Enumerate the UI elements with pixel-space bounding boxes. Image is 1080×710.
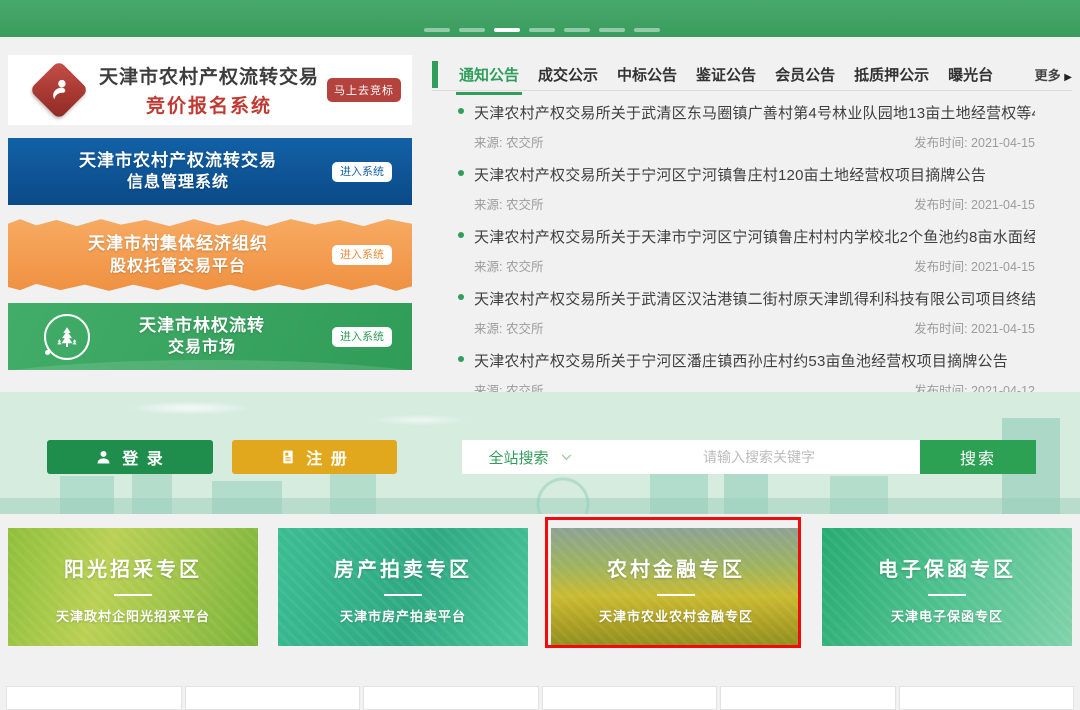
banner-info-management-system[interactable]: 天津市农村产权流转交易 信息管理系统 进入系统: [8, 138, 412, 205]
announcement-link[interactable]: 天津农村产权交易所关于宁河区潘庄镇西孙庄村约53亩鱼池经营权项目摘牌公告: [474, 350, 1035, 371]
list-item: 天津农村产权交易所关于天津市宁河区宁河镇鲁庄村村内学校北2个鱼池约8亩水面经营.…: [458, 226, 1035, 275]
announcement-link[interactable]: 天津农村产权交易所关于武清区东马圈镇广善村第4号林业队园地13亩土地经营权等4个…: [474, 102, 1035, 123]
tab-notice[interactable]: 通知公告: [459, 64, 519, 85]
carousel-dot[interactable]: [599, 28, 625, 32]
zone-subtitle: 天津市房产拍卖平台: [278, 606, 528, 625]
carousel-banner-bar: [0, 0, 1080, 37]
tab-deal-publicity[interactable]: 成交公示: [538, 64, 598, 85]
search-button[interactable]: 搜索: [920, 440, 1036, 474]
banner-line1: 天津市村集体经济组织: [8, 232, 348, 256]
announcement-date: 发布时间: 2021-04-15: [914, 318, 1035, 337]
banner-forest-rights-market[interactable]: 天津市林权流转 交易市场 进入系统: [8, 303, 412, 370]
chevron-down-icon: [561, 454, 572, 461]
arrow-right-icon: ▶: [1064, 72, 1072, 83]
carousel-dot-active[interactable]: [494, 28, 520, 32]
carousel-dot[interactable]: [424, 28, 450, 32]
bidding-system-title: 天津市农村产权流转交易: [99, 62, 319, 89]
zone-subtitle: 天津电子保函专区: [822, 606, 1072, 625]
bullet-dot-icon: [458, 294, 464, 300]
carousel-dot[interactable]: [634, 28, 660, 32]
divider: [114, 594, 152, 596]
carousel-dot[interactable]: [529, 28, 555, 32]
banner-line1: 天津市林权流转: [72, 313, 332, 337]
banner-equity-trusteeship-platform[interactable]: 天津市村集体经济组织 股权托管交易平台 进入系统: [8, 216, 412, 294]
zone-card-rural-finance[interactable]: 农村金融专区 天津市农业农村金融专区: [551, 528, 801, 646]
bottom-section-cell: [363, 686, 539, 710]
zone-subtitle: 天津市农业农村金融专区: [551, 606, 801, 625]
bullet-dot-icon: [458, 356, 464, 362]
announcement-tab-bar: 通知公告 成交公示 中标公告 鉴证公告 会员公告 抵质押公示 曝光台 更多 ▶: [432, 58, 1072, 91]
banner-line2: 交易市场: [72, 337, 332, 359]
list-item: 天津农村产权交易所关于武清区汉沽港镇二街村原天津凯得利科技有限公司项目终结公告 …: [458, 288, 1035, 337]
banner-line1: 天津市农村产权流转交易: [8, 148, 348, 172]
announcement-link[interactable]: 天津农村产权交易所关于天津市宁河区宁河镇鲁庄村村内学校北2个鱼池约8亩水面经营.…: [474, 226, 1035, 247]
announcement-link[interactable]: 天津农村产权交易所关于武清区汉沽港镇二街村原天津凯得利科技有限公司项目终结公告: [474, 288, 1035, 309]
banner-line2: 股权托管交易平台: [8, 256, 348, 278]
divider: [928, 594, 966, 596]
more-link[interactable]: 更多 ▶: [1035, 65, 1072, 84]
announcement-date: 发布时间: 2021-04-15: [914, 132, 1035, 151]
announcement-source: 来源: 农交所: [474, 132, 543, 151]
login-button[interactable]: 登 录: [47, 440, 213, 474]
zone-subtitle: 天津政村企阳光招采平台: [8, 606, 258, 625]
go-bid-button[interactable]: 马上去竞标: [327, 78, 401, 102]
tab-pledge[interactable]: 抵质押公示: [854, 64, 929, 85]
bullet-dot-icon: [458, 170, 464, 176]
divider: [384, 594, 422, 596]
list-item: 天津农村产权交易所关于宁河区宁河镇鲁庄村120亩土地经营权项目摘牌公告 来源: …: [458, 164, 1035, 213]
enter-system-button[interactable]: 进入系统: [332, 327, 392, 347]
list-item: 天津农村产权交易所关于武清区东马圈镇广善村第4号林业队园地13亩土地经营权等4个…: [458, 102, 1035, 151]
zone-card-sunshine-procurement[interactable]: 阳光招采专区 天津政村企阳光招采平台: [8, 528, 258, 646]
bidding-system-subtitle: 竞价报名系统: [99, 91, 319, 118]
zone-title: 农村金融专区: [551, 553, 801, 582]
tab-member[interactable]: 会员公告: [775, 64, 835, 85]
user-icon: [95, 449, 112, 466]
zone-title: 房产拍卖专区: [278, 553, 528, 582]
bottom-section-row: [6, 686, 1074, 710]
announcement-source: 来源: 农交所: [474, 318, 543, 337]
bottom-section-cell: [899, 686, 1075, 710]
bullet-dot-icon: [458, 232, 464, 238]
bidding-system-panel: 天津市农村产权流转交易 竞价报名系统 马上去竞标: [8, 55, 412, 125]
announcement-date: 发布时间: 2021-04-15: [914, 256, 1035, 275]
bottom-section-cell: [542, 686, 718, 710]
tab-accent-bar: [432, 61, 438, 88]
announcement-source: 来源: 农交所: [474, 194, 543, 213]
tab-attestation[interactable]: 鉴证公告: [696, 64, 756, 85]
bottom-section-cell: [720, 686, 896, 710]
bid-logo-icon: [34, 65, 84, 115]
enter-system-button[interactable]: 进入系统: [332, 245, 392, 265]
bottom-section-cell: [185, 686, 361, 710]
carousel-dot[interactable]: [459, 28, 485, 32]
announcement-source: 来源: 农交所: [474, 256, 543, 275]
enter-system-button[interactable]: 进入系统: [332, 162, 392, 182]
zone-title: 电子保函专区: [822, 553, 1072, 582]
id-card-icon: [280, 449, 296, 465]
page: { "topbar": { "carousel_dot_count": 7, "…: [0, 0, 1080, 698]
bullet-dot-icon: [458, 108, 464, 114]
announcement-link[interactable]: 天津农村产权交易所关于宁河区宁河镇鲁庄村120亩土地经营权项目摘牌公告: [474, 164, 1035, 185]
announcement-date: 发布时间: 2021-04-15: [914, 194, 1035, 213]
carousel-dot[interactable]: [564, 28, 590, 32]
search-scope-select[interactable]: 全站搜索: [462, 440, 598, 474]
divider: [657, 594, 695, 596]
tab-exposure[interactable]: 曝光台: [948, 64, 993, 85]
carousel-indicators: [424, 28, 660, 32]
announcement-list: 天津农村产权交易所关于武清区东马圈镇广善村第4号林业队园地13亩土地经营权等4个…: [458, 102, 1035, 412]
register-button[interactable]: 注 册: [232, 440, 397, 474]
search-input[interactable]: [598, 440, 920, 474]
zone-title: 阳光招采专区: [8, 553, 258, 582]
banner-line2: 信息管理系统: [8, 172, 348, 194]
zone-card-real-estate-auction[interactable]: 房产拍卖专区 天津市房产拍卖平台: [278, 528, 528, 646]
tab-winning-bid[interactable]: 中标公告: [617, 64, 677, 85]
bottom-section-cell: [6, 686, 182, 710]
cityscape-search-banner: 登 录 注 册 全站搜索 搜索: [0, 392, 1080, 514]
site-search-bar: 全站搜索 搜索: [462, 440, 1036, 474]
zone-card-electronic-guarantee[interactable]: 电子保函专区 天津电子保函专区: [822, 528, 1072, 646]
